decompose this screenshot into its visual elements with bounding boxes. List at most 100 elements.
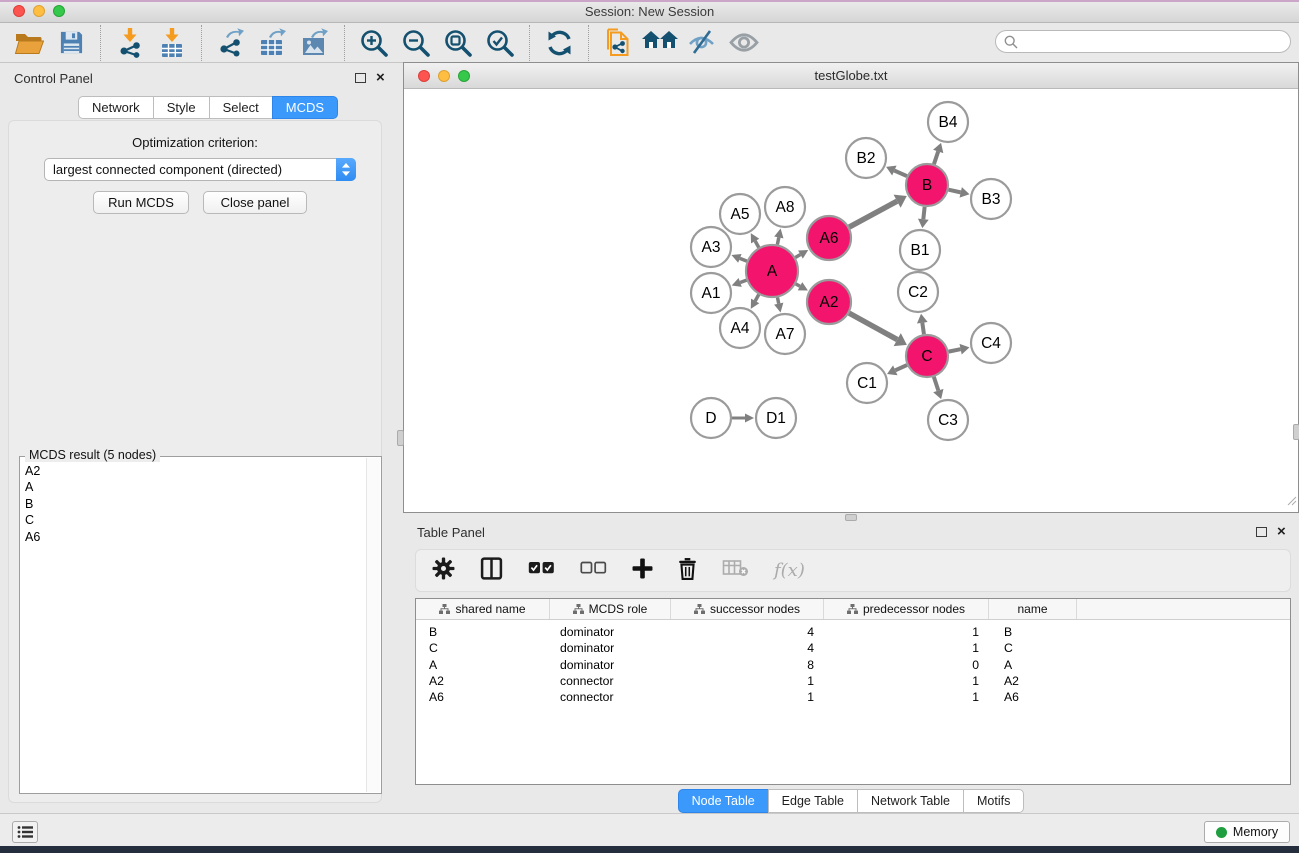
mcds-result-item[interactable]: B xyxy=(25,496,366,512)
titlebar-top-edge xyxy=(0,0,1299,2)
app-titlebar: Session: New Session xyxy=(0,0,1299,23)
tab-node-table[interactable]: Node Table xyxy=(678,789,769,813)
graph-node-C2[interactable]: C2 xyxy=(898,272,938,312)
table-panel-float-icon[interactable] xyxy=(1256,527,1267,537)
tab-select[interactable]: Select xyxy=(209,96,273,119)
criterion-dropdown[interactable]: largest connected component (directed) xyxy=(44,158,356,181)
horizontal-splitter-handle[interactable] xyxy=(845,514,857,521)
search-field[interactable] xyxy=(995,30,1291,53)
export-image-icon[interactable] xyxy=(297,26,333,60)
svg-text:A: A xyxy=(767,263,778,280)
mcds-result-item[interactable]: C xyxy=(25,512,366,528)
graph-node-A[interactable]: A xyxy=(746,245,798,297)
table-cell: B xyxy=(989,625,1077,639)
import-table-icon[interactable] xyxy=(154,26,190,60)
graph-node-A4[interactable]: A4 xyxy=(720,308,760,348)
delete-column-icon[interactable] xyxy=(678,557,697,585)
table-options-icon[interactable] xyxy=(432,557,455,585)
graph-node-C4[interactable]: C4 xyxy=(971,323,1011,363)
tab-network[interactable]: Network xyxy=(78,96,154,119)
column-label: shared name xyxy=(455,602,525,616)
graph-node-A5[interactable]: A5 xyxy=(720,194,760,234)
graph-edge-B-B1 xyxy=(918,207,929,228)
hide-selected-icon[interactable] xyxy=(684,26,720,60)
table-cell: dominator xyxy=(550,658,671,672)
tab-motifs[interactable]: Motifs xyxy=(963,789,1024,813)
export-network-icon[interactable] xyxy=(213,26,249,60)
graph-node-B[interactable]: B xyxy=(906,164,948,206)
svg-text:C2: C2 xyxy=(908,284,928,301)
save-session-icon[interactable] xyxy=(53,26,89,60)
mcds-result-scrollbar[interactable] xyxy=(366,458,380,792)
new-network-from-selection-icon[interactable] xyxy=(600,26,636,60)
resize-corner-icon[interactable] xyxy=(1285,493,1297,511)
table-cell: A2 xyxy=(416,674,550,688)
table-row[interactable]: A2connector11A2 xyxy=(416,673,1290,689)
graph-node-A2[interactable]: A2 xyxy=(807,280,851,324)
apply-layout-icon[interactable] xyxy=(541,26,577,60)
task-history-button[interactable] xyxy=(12,821,38,843)
column-header-name[interactable]: name xyxy=(989,599,1077,619)
memory-button[interactable]: Memory xyxy=(1204,821,1290,843)
zoom-selected-icon[interactable] xyxy=(482,26,518,60)
column-header-shared-name[interactable]: shared name xyxy=(416,599,550,619)
tab-edge-table[interactable]: Edge Table xyxy=(768,789,858,813)
import-network-icon[interactable] xyxy=(112,26,148,60)
table-row[interactable]: A6connector11A6 xyxy=(416,689,1290,705)
search-input[interactable] xyxy=(1023,34,1290,50)
mcds-result-item[interactable]: A2 xyxy=(25,463,366,479)
column-header-predecessor-nodes[interactable]: predecessor nodes xyxy=(824,599,989,619)
column-header-successor-nodes[interactable]: successor nodes xyxy=(671,599,824,619)
mcds-result-item[interactable]: A xyxy=(25,479,366,495)
show-all-icon[interactable] xyxy=(726,26,762,60)
first-neighbors-icon[interactable] xyxy=(642,26,678,60)
table-row[interactable]: Adominator80A xyxy=(416,657,1290,673)
tab-style[interactable]: Style xyxy=(153,96,210,119)
deselect-all-icon[interactable] xyxy=(580,561,607,580)
mcds-result-item[interactable]: A6 xyxy=(25,529,366,545)
table-panel-close-icon[interactable]: × xyxy=(1277,526,1286,538)
right-splitter-handle[interactable] xyxy=(1293,424,1299,440)
table-row[interactable]: Cdominator41C xyxy=(416,640,1290,656)
column-header-MCDS-role[interactable]: MCDS role xyxy=(550,599,671,619)
graph-node-C[interactable]: C xyxy=(906,335,948,377)
graph-node-A8[interactable]: A8 xyxy=(765,187,805,227)
column-label: predecessor nodes xyxy=(863,602,965,616)
graph-node-A6[interactable]: A6 xyxy=(807,216,851,260)
zoom-out-icon[interactable] xyxy=(398,26,434,60)
close-panel-button[interactable]: Close panel xyxy=(203,191,307,214)
add-column-icon[interactable] xyxy=(632,558,653,584)
graph-edge-A-A7 xyxy=(774,297,783,312)
show-column-icon[interactable] xyxy=(480,557,503,585)
network-canvas[interactable]: A A1 A2 A3 A4 A5 A6 A7 A8 B B1 B2 B3B4 C C1 C2 C3C4 D D1 xyxy=(404,89,1298,512)
run-mcds-button[interactable]: Run MCDS xyxy=(93,191,189,214)
open-session-icon[interactable] xyxy=(11,26,47,60)
svg-text:B1: B1 xyxy=(911,242,930,259)
table-panel-tabs: Node TableEdge TableNetwork TableMotifs xyxy=(403,789,1299,813)
graph-node-A7[interactable]: A7 xyxy=(765,314,805,354)
svg-text:A1: A1 xyxy=(702,285,721,302)
export-table-icon[interactable] xyxy=(255,26,291,60)
left-splitter-handle[interactable] xyxy=(397,430,404,446)
graph-node-D[interactable]: D xyxy=(691,398,731,438)
table-row[interactable]: Bdominator41B xyxy=(416,624,1290,640)
graph-node-C3[interactable]: C3 xyxy=(928,400,968,440)
zoom-in-icon[interactable] xyxy=(356,26,392,60)
graph-node-A1[interactable]: A1 xyxy=(691,273,731,313)
select-all-icon[interactable] xyxy=(528,561,555,580)
tab-network-table[interactable]: Network Table xyxy=(857,789,964,813)
control-panel-float-icon[interactable] xyxy=(355,73,366,83)
graph-node-C1[interactable]: C1 xyxy=(847,363,887,403)
graph-node-B4[interactable]: B4 xyxy=(928,102,968,142)
zoom-fit-icon[interactable] xyxy=(440,26,476,60)
column-type-icon xyxy=(694,604,705,614)
graph-node-D1[interactable]: D1 xyxy=(756,398,796,438)
graph-node-B1[interactable]: B1 xyxy=(900,230,940,270)
graph-node-B3[interactable]: B3 xyxy=(971,179,1011,219)
network-graph[interactable]: A A1 A2 A3 A4 A5 A6 A7 A8 B B1 B2 B3B4 C C1 C2 C3C4 D D1 xyxy=(404,89,1298,512)
graph-node-B2[interactable]: B2 xyxy=(846,138,886,178)
graph-edge-B-B4 xyxy=(933,143,943,164)
tab-mcds[interactable]: MCDS xyxy=(272,96,338,119)
control-panel-close-icon[interactable]: × xyxy=(376,72,385,84)
graph-node-A3[interactable]: A3 xyxy=(691,227,731,267)
